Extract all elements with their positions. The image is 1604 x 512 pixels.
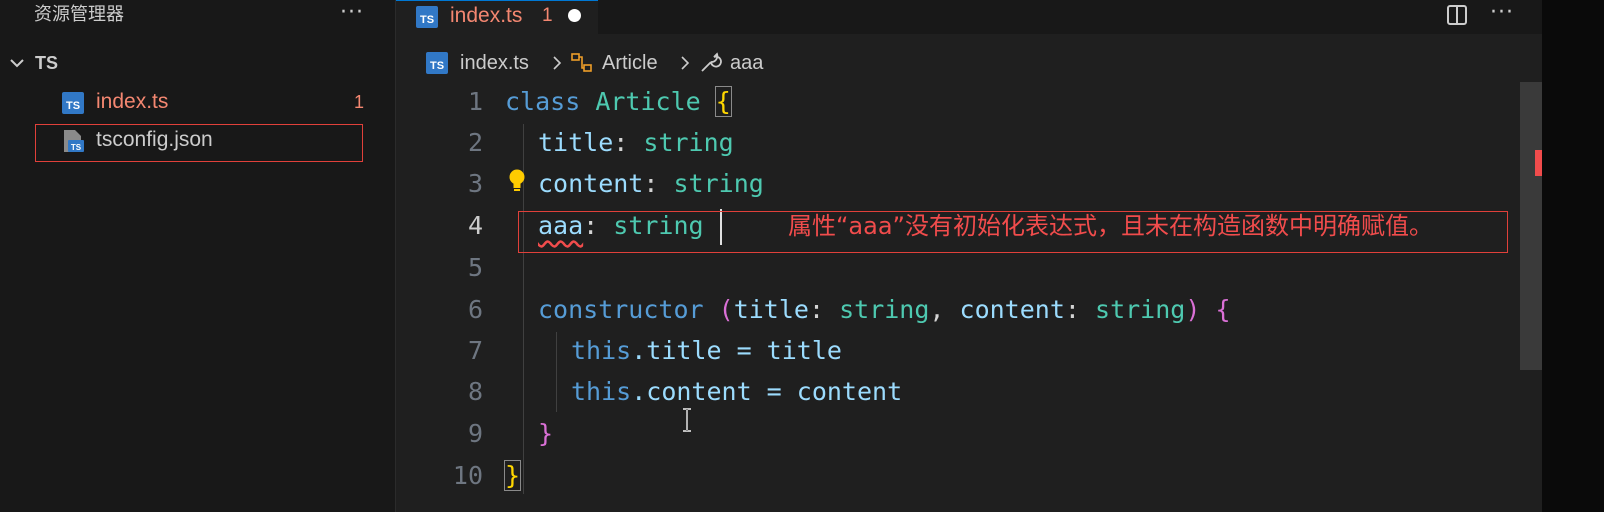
property-token: title: [538, 128, 614, 157]
code-line-8: this.content = content: [571, 372, 902, 412]
code-line-3: content: string: [538, 164, 764, 204]
class-name-token: Article: [595, 87, 701, 116]
property-wrench-icon: [701, 52, 722, 72]
paren-token: (: [718, 295, 734, 324]
brace-token: }: [538, 419, 554, 448]
window-edge: [1542, 0, 1604, 512]
breadcrumb-item-file[interactable]: index.ts: [460, 50, 529, 76]
split-editor-icon[interactable]: [1446, 4, 1468, 26]
breadcrumb: TS index.ts Article aaa: [396, 46, 1604, 80]
chevron-right-icon: [553, 56, 562, 70]
line-number: 10: [452, 461, 483, 490]
paren-token: ): [1185, 295, 1201, 324]
explorer-header: 资源管理器 ···: [0, 0, 395, 34]
property-token: content: [538, 169, 644, 198]
keyword-token: this: [571, 377, 632, 406]
unsaved-dot-icon[interactable]: [568, 9, 581, 22]
param-token: title: [733, 295, 809, 324]
typescript-file-icon: TS: [62, 92, 84, 114]
typescript-file-icon: TS: [426, 52, 448, 74]
code-line-6: constructor (title: string, content: str…: [538, 290, 1231, 330]
vscode-window: 资源管理器 ··· TS TS index.ts 1 TS tsconfig.j…: [0, 0, 1604, 512]
tab-problem-badge: 1: [542, 5, 553, 26]
ibeam-mouse-cursor-icon: [683, 408, 691, 432]
keyword-token: this: [571, 336, 632, 365]
punctuation-token: :: [808, 295, 825, 324]
brace-token: {: [1215, 295, 1231, 324]
explorer-title: 资源管理器: [34, 4, 124, 25]
chevron-down-icon: [10, 59, 24, 68]
expression-token: .content = content: [631, 377, 903, 406]
editor-scrollbar[interactable]: [1520, 82, 1542, 370]
code-lines: class Article { title: string content: s…: [503, 82, 1604, 512]
line-number: 1: [467, 87, 483, 116]
tab-label: index.ts: [450, 4, 523, 27]
code-line-2: title: string: [538, 123, 734, 163]
editor-tab-bar: TS index.ts 1 ···: [396, 0, 1604, 34]
keyword-token: class: [505, 87, 581, 116]
param-token: content: [959, 295, 1065, 324]
code-line-7: this.title = title: [571, 331, 842, 371]
line-number: 8: [467, 377, 483, 406]
explorer-sidebar: 资源管理器 ··· TS TS index.ts 1 TS tsconfig.j…: [0, 0, 396, 512]
explorer-more-actions-button[interactable]: ···: [340, 2, 364, 24]
folder-name: TS: [35, 53, 59, 73]
editor-more-actions-button[interactable]: ···: [1490, 2, 1514, 24]
brace-token: }: [503, 460, 522, 491]
line-number: 3: [467, 169, 483, 198]
svg-text:TS: TS: [430, 60, 444, 72]
line-number: 5: [467, 253, 483, 282]
problem-count-badge: 1: [354, 92, 365, 112]
punctuation-token: ,: [929, 295, 945, 324]
file-name: index.ts: [96, 90, 169, 113]
type-token: string: [673, 169, 764, 198]
line-number-active: 4: [467, 211, 483, 240]
type-token: string: [1095, 295, 1186, 324]
punctuation-token: :: [643, 169, 659, 198]
line-number-gutter: 1 2 3 4 5 6 7 8 9 10: [396, 82, 491, 512]
annotation-highlight-box: [518, 211, 1508, 253]
type-token: string: [643, 128, 734, 157]
tab-index-ts[interactable]: TS index.ts 1: [396, 0, 598, 34]
svg-text:TS: TS: [420, 14, 434, 26]
code-line-1: class Article {: [505, 82, 732, 122]
svg-text:TS: TS: [66, 100, 80, 112]
code-editor[interactable]: 1 2 3 4 5 6 7 8 9 10 class Article { tit…: [396, 82, 1604, 512]
brace-token: {: [714, 86, 732, 117]
keyword-token: constructor: [538, 295, 704, 324]
type-token: string: [839, 295, 930, 324]
breadcrumb-item-property[interactable]: aaa: [730, 50, 763, 76]
typescript-file-icon: TS: [416, 6, 438, 28]
punctuation-token: :: [1064, 295, 1080, 324]
line-number: 2: [467, 128, 483, 157]
line-number: 6: [467, 295, 483, 324]
annotation-highlight-box: [35, 124, 363, 162]
code-line-9: }: [538, 414, 553, 454]
code-line-10: }: [503, 456, 522, 496]
punctuation-token: :: [613, 128, 629, 157]
line-number: 9: [467, 419, 483, 448]
breadcrumb-item-class[interactable]: Article: [602, 50, 658, 76]
folder-ts-row[interactable]: TS: [0, 48, 395, 78]
class-symbol-icon: [571, 53, 592, 72]
line-number: 7: [467, 336, 483, 365]
chevron-right-icon: [681, 56, 690, 70]
expression-token: .title = title: [631, 336, 842, 365]
file-item-index-ts[interactable]: TS index.ts 1: [0, 86, 395, 118]
